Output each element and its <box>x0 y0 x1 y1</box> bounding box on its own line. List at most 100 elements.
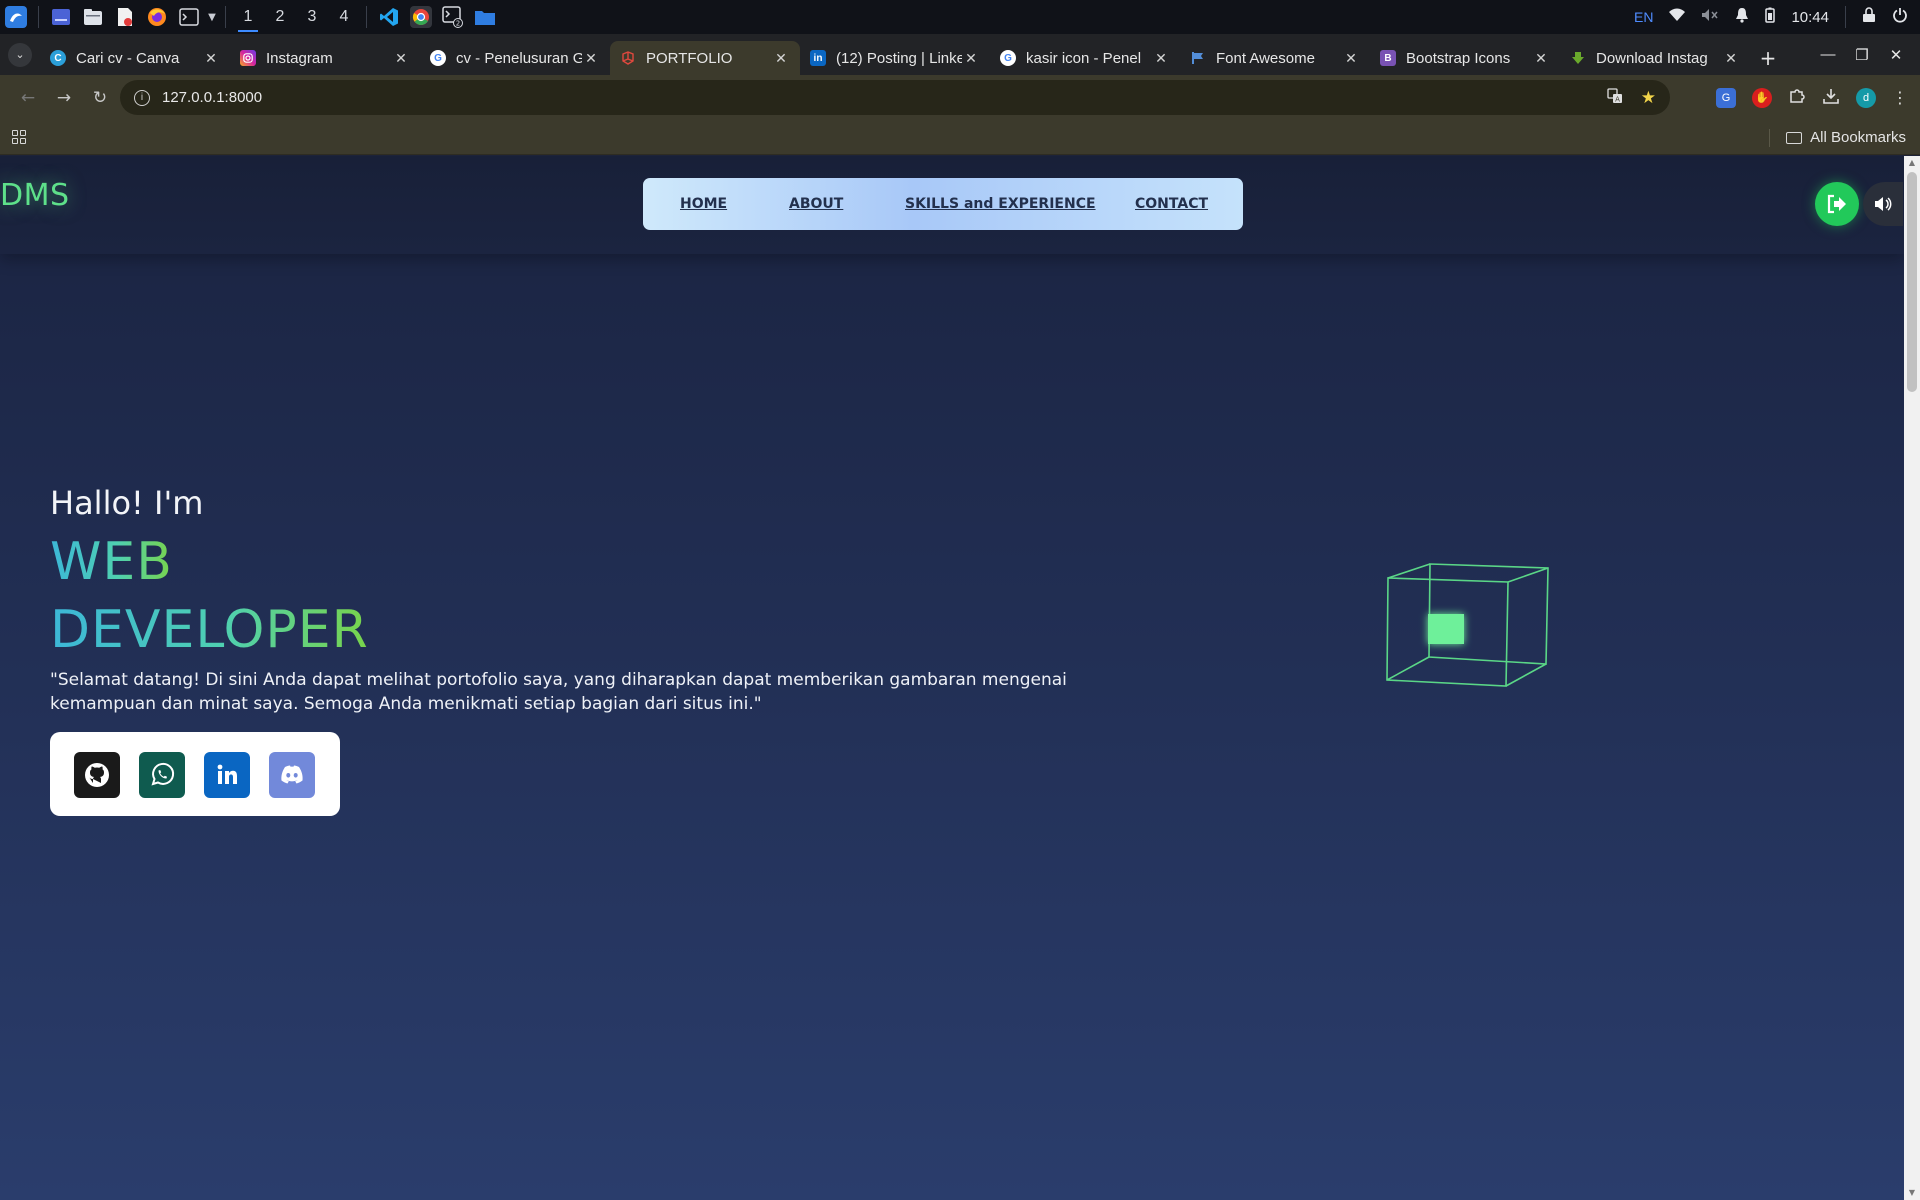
file-manager-icon[interactable] <box>77 0 109 34</box>
portfolio-page: DMS HOME ABOUT SKILLS and EXPERIENCE CON… <box>0 156 1904 1200</box>
volume-muted-icon[interactable] <box>1701 8 1719 26</box>
workspace-4[interactable]: 4 <box>328 0 360 34</box>
tab-title: Cari cv - Canva <box>76 49 180 67</box>
browser-tab-strip: ⌄ C Cari cv - Canva ✕ Instagram ✕ G cv -… <box>0 34 1920 75</box>
close-tab-icon[interactable]: ✕ <box>392 50 410 67</box>
close-tab-icon[interactable]: ✕ <box>582 50 600 67</box>
folder-icon[interactable] <box>469 0 501 34</box>
whatsapp-button[interactable] <box>139 752 185 798</box>
sound-toggle-button[interactable] <box>1863 182 1903 226</box>
chrome-icon[interactable] <box>405 0 437 34</box>
text-editor-icon[interactable] <box>109 0 141 34</box>
chevron-down-icon: ⌄ <box>8 42 32 67</box>
minimize-icon[interactable]: — <box>1818 46 1838 63</box>
main-navigation: HOME ABOUT SKILLS and EXPERIENCE CONTACT <box>643 178 1243 230</box>
downloads-icon[interactable] <box>1822 87 1840 109</box>
tab-google-cv[interactable]: G cv - Penelusuran G ✕ <box>420 41 610 75</box>
lock-icon[interactable] <box>1862 7 1876 27</box>
tab-instagram[interactable]: Instagram ✕ <box>230 41 420 75</box>
github-button[interactable] <box>74 752 120 798</box>
close-tab-icon[interactable]: ✕ <box>1152 50 1170 67</box>
vscode-icon[interactable] <box>373 0 405 34</box>
tab-font-awesome[interactable]: Font Awesome ✕ <box>1180 41 1370 75</box>
scroll-up-arrow-icon[interactable]: ▲ <box>1904 156 1920 170</box>
reload-icon[interactable]: ↻ <box>82 80 118 116</box>
back-arrow-icon[interactable]: ← <box>10 80 46 116</box>
nav-contact[interactable]: CONTACT <box>1135 178 1208 230</box>
adblock-extension-icon[interactable]: ✋ <box>1752 87 1772 108</box>
bootstrap-icon: B <box>1380 50 1396 66</box>
url-text[interactable]: 127.0.0.1:8000 <box>162 89 262 106</box>
site-info-icon[interactable]: i <box>134 89 150 106</box>
browser-menu-icon[interactable]: ⋮ <box>1892 88 1908 107</box>
page-scrollbar[interactable]: ▲ ▼ <box>1904 156 1920 1200</box>
tab-canva[interactable]: C Cari cv - Canva ✕ <box>40 41 230 75</box>
download-icon <box>1570 50 1586 66</box>
tab-title: (12) Posting | Linke <box>836 49 962 67</box>
close-tab-icon[interactable]: ✕ <box>202 50 220 67</box>
system-tray: EN 10:44 <box>1634 0 1920 34</box>
workspace-switcher-icon[interactable] <box>45 0 77 34</box>
terminal-icon[interactable] <box>173 0 205 34</box>
tab-title: Instagram <box>266 49 333 67</box>
tab-portfolio[interactable]: PORTFOLIO ✕ <box>610 41 800 75</box>
scroll-down-arrow-icon[interactable]: ▼ <box>1904 1186 1920 1200</box>
workspace-3[interactable]: 3 <box>296 0 328 34</box>
profile-avatar[interactable]: d <box>1856 87 1876 108</box>
tab-bootstrap-icons[interactable]: B Bootstrap Icons ✕ <box>1370 41 1560 75</box>
close-tab-icon[interactable]: ✕ <box>1722 50 1740 67</box>
google-icon: G <box>430 50 446 66</box>
google-translate-extension-icon[interactable]: G <box>1716 87 1736 108</box>
translate-icon[interactable]: A <box>1607 87 1623 108</box>
all-bookmarks-label: All Bookmarks <box>1810 129 1906 146</box>
power-icon[interactable] <box>1892 7 1908 27</box>
close-tab-icon[interactable]: ✕ <box>772 50 790 67</box>
notification-bell-icon[interactable] <box>1735 7 1749 27</box>
wifi-icon[interactable] <box>1669 8 1686 26</box>
keyboard-language[interactable]: EN <box>1634 9 1653 25</box>
nav-about[interactable]: ABOUT <box>789 178 843 230</box>
address-bar[interactable]: i 127.0.0.1:8000 A ★ <box>120 80 1670 115</box>
discord-button[interactable] <box>269 752 315 798</box>
close-tab-icon[interactable]: ✕ <box>962 50 980 67</box>
site-logo[interactable]: DMS <box>0 178 70 213</box>
nav-home[interactable]: HOME <box>680 178 727 230</box>
close-window-icon[interactable]: ✕ <box>1886 46 1906 64</box>
terminal-icon-2[interactable]: 2 <box>437 0 469 34</box>
bookmarks-bar: All Bookmarks <box>0 120 1920 155</box>
extensions-puzzle-icon[interactable] <box>1788 87 1806 109</box>
scrollbar-thumb[interactable] <box>1907 172 1917 392</box>
firefox-icon[interactable] <box>141 0 173 34</box>
tab-google-kasir[interactable]: G kasir icon - Penel ✕ <box>990 41 1180 75</box>
forward-arrow-icon[interactable]: → <box>46 80 82 116</box>
battery-icon[interactable] <box>1765 7 1776 27</box>
workspace-1[interactable]: 1 <box>232 0 264 34</box>
tab-linkedin[interactable]: in (12) Posting | Linke ✕ <box>800 41 990 75</box>
taskbar-separator <box>1845 6 1846 28</box>
chevron-down-icon[interactable]: ▼ <box>205 0 219 34</box>
restore-icon[interactable]: ❐ <box>1852 46 1872 64</box>
tab-title: cv - Penelusuran G <box>456 49 582 67</box>
linkedin-button[interactable] <box>204 752 250 798</box>
logout-button[interactable] <box>1815 182 1859 226</box>
linkedin-icon: in <box>810 50 826 66</box>
clock[interactable]: 10:44 <box>1791 9 1829 26</box>
os-taskbar: ▼ 1 2 3 4 2 EN 10:44 <box>0 0 1920 34</box>
volume-icon <box>1875 197 1892 211</box>
glowing-inner-cube <box>1428 614 1464 644</box>
close-tab-icon[interactable]: ✕ <box>1532 50 1550 67</box>
close-tab-icon[interactable]: ✕ <box>1342 50 1360 67</box>
apps-grid-icon[interactable] <box>12 130 26 144</box>
bookmark-star-icon[interactable]: ★ <box>1641 88 1656 108</box>
taskbar-separator <box>38 6 39 28</box>
tab-title: Download Instag <box>1596 49 1708 67</box>
new-tab-button[interactable]: + <box>1750 41 1786 75</box>
nav-skills-experience[interactable]: SKILLS and EXPERIENCE <box>905 178 1096 230</box>
tab-download-instagram[interactable]: Download Instag ✕ <box>1560 41 1750 75</box>
folder-icon <box>1786 131 1803 144</box>
all-bookmarks-button[interactable]: All Bookmarks <box>1786 120 1906 155</box>
workspace-2[interactable]: 2 <box>264 0 296 34</box>
tab-search-button[interactable]: ⌄ <box>0 34 40 75</box>
app-menu-button[interactable] <box>0 0 32 34</box>
extensions-area: G ✋ d ⋮ <box>1716 75 1920 120</box>
